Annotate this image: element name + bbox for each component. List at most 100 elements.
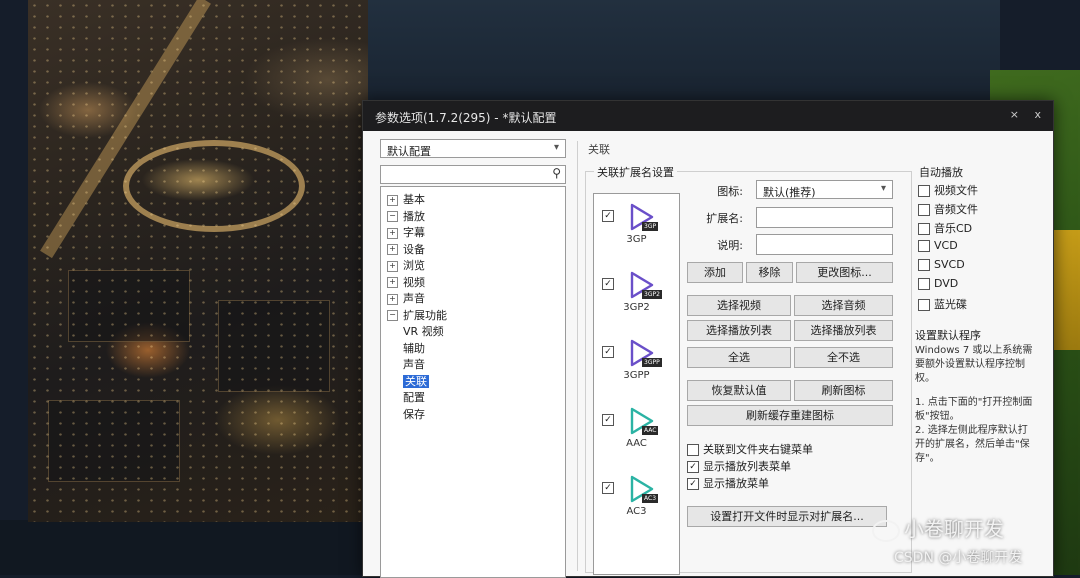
watermark-credit: CSDN @小卷聊开发 — [894, 550, 1023, 566]
minimize-icon[interactable]: × — [1010, 108, 1019, 121]
restore-defaults-button[interactable]: 恢复默认值 — [687, 380, 791, 401]
tree-item[interactable]: 配置 — [403, 389, 425, 405]
checkbox[interactable]: ✓ — [687, 461, 699, 473]
icon-label: 图标: — [717, 185, 743, 198]
tree-item[interactable]: + 声音 — [387, 290, 425, 306]
checkbox[interactable] — [687, 444, 699, 456]
tree-item-label: 配置 — [403, 391, 425, 404]
extension-label: 扩展名: — [706, 212, 743, 225]
tree-item-label: 视频 — [403, 275, 425, 289]
profile-select-value: 默认配置 — [387, 145, 431, 158]
file-type-item[interactable]: ✓ AAC AAC — [594, 402, 679, 468]
checkbox[interactable] — [918, 259, 930, 271]
playlist-menu-checkbox[interactable]: ✓ 显示播放列表菜单 — [687, 458, 791, 474]
expand-icon[interactable]: + — [387, 293, 398, 305]
select-video-button[interactable]: 选择视频 — [687, 295, 791, 316]
autoplay-checkbox[interactable]: 蓝光碟 — [918, 296, 967, 312]
rebuild-icon-cache-button[interactable]: 刷新缓存重建图标 — [687, 405, 893, 426]
checkbox[interactable]: ✓ — [602, 210, 614, 222]
checkbox[interactable] — [918, 240, 930, 252]
search-input[interactable]: ⚲ — [380, 165, 566, 184]
autoplay-checkbox[interactable]: 视频文件 — [918, 182, 978, 198]
tree-item[interactable]: − 播放 — [387, 208, 425, 224]
tree-item[interactable]: − 扩展功能 — [387, 307, 447, 323]
refresh-icons-button[interactable]: 刷新图标 — [794, 380, 893, 401]
checkbox[interactable] — [918, 223, 930, 235]
checkbox[interactable]: ✓ — [602, 482, 614, 494]
select-all-button[interactable]: 全选 — [687, 347, 791, 368]
expand-icon[interactable]: + — [387, 260, 398, 272]
tree-item[interactable]: 保存 — [403, 406, 425, 422]
tree-item-label: 基本 — [403, 193, 425, 206]
expand-icon[interactable]: + — [387, 227, 398, 239]
settings-tree[interactable]: + 基本 − 播放 + 字幕 + 设备 + 浏览 + 视频 + 声音 − 扩展功能 VR 视频 辅助 声音 关联 配置保… — [380, 186, 566, 578]
add-button[interactable]: 添加 — [687, 262, 743, 283]
tree-item-label: 播放 — [403, 209, 425, 223]
select-none-button[interactable]: 全不选 — [794, 347, 893, 368]
title-bar[interactable]: 参数选项(1.7.2(295) - *默认配置 × ⅹ — [363, 101, 1053, 131]
tree-item[interactable]: + 基本 — [387, 191, 425, 207]
tree-item[interactable]: 关联 — [403, 373, 429, 389]
chevron-down-icon: ▾ — [553, 142, 559, 153]
autoplay-checkbox[interactable]: DVD — [918, 277, 958, 290]
checkbox[interactable]: ✓ — [687, 478, 699, 490]
checkbox[interactable]: ✓ — [602, 278, 614, 290]
description-field[interactable] — [756, 234, 893, 255]
tree-item[interactable]: + 设备 — [387, 241, 425, 257]
tree-item-label: 设备 — [403, 242, 425, 256]
checkbox[interactable] — [918, 204, 930, 216]
change-icon-button[interactable]: 更改图标... — [796, 262, 893, 283]
file-type-name: AC3 — [626, 506, 647, 517]
file-type-name: 3GPP — [623, 370, 650, 381]
checkbox[interactable] — [918, 185, 930, 197]
select-audio-button[interactable]: 选择音频 — [794, 295, 893, 316]
tree-item[interactable]: 声音 — [403, 356, 425, 372]
window-title: 参数选项(1.7.2(295) - *默认配置 — [375, 111, 557, 125]
divider — [577, 141, 578, 571]
file-type-list[interactable]: ✓ 3GP 3GP ✓ 3GP2 3GP2 ✓ 3GPP 3GPP ✓ AAC AAC ✓ AC3 AC3 — [593, 193, 680, 575]
file-type-item[interactable]: ✓ 3GP 3GP — [594, 198, 679, 264]
tree-item[interactable]: + 字幕 — [387, 224, 425, 240]
play-menu-checkbox[interactable]: ✓ 显示播放菜单 — [687, 475, 769, 491]
select-playback-list-button[interactable]: 选择播放列表 — [794, 320, 893, 341]
collapse-icon[interactable]: − — [387, 211, 398, 222]
tree-item[interactable]: VR 视频 — [403, 323, 444, 339]
context-menu-checkbox[interactable]: 关联到文件夹右键菜单 — [687, 441, 813, 457]
tree-item[interactable]: 辅助 — [403, 340, 425, 356]
close-icon[interactable]: ⅹ — [1034, 108, 1041, 121]
icon-select[interactable]: 默认(推荐) ▾ — [756, 180, 893, 199]
open-with-button[interactable]: 设置打开文件时显示对扩展名... — [687, 506, 887, 527]
chevron-down-icon: ▾ — [880, 183, 886, 194]
file-type-name: 3GP — [626, 234, 647, 245]
checkbox[interactable] — [918, 299, 930, 311]
expand-icon[interactable]: + — [387, 244, 398, 255]
autoplay-checkbox[interactable]: VCD — [918, 239, 958, 252]
desktop-background-bottom — [0, 520, 370, 575]
checkbox[interactable] — [918, 278, 930, 290]
checkbox[interactable]: ✓ — [602, 346, 614, 358]
profile-select[interactable]: 默认配置 ▾ — [380, 139, 566, 158]
autoplay-checkbox[interactable]: SVCD — [918, 258, 965, 271]
file-type-item[interactable]: ✓ 3GPP 3GPP — [594, 334, 679, 400]
wechat-icon — [872, 519, 900, 542]
preferences-dialog: 参数选项(1.7.2(295) - *默认配置 × ⅹ 默认配置 ▾ ⚲ + 基本… — [362, 100, 1054, 578]
checkbox-label: SVCD — [934, 258, 965, 271]
file-type-item[interactable]: ✓ AC3 AC3 — [594, 470, 679, 536]
tree-item[interactable]: + 视频 — [387, 274, 425, 290]
checkbox[interactable]: ✓ — [602, 414, 614, 426]
collapse-icon[interactable]: − — [387, 310, 398, 321]
video-frame — [28, 0, 368, 522]
expand-icon[interactable]: + — [387, 194, 398, 206]
autoplay-checkbox[interactable]: 音乐CD — [918, 220, 972, 236]
tree-item[interactable]: + 浏览 — [387, 257, 425, 273]
remove-button[interactable]: 移除 — [746, 262, 793, 283]
watermark-title: 小卷聊开发 — [904, 517, 1004, 541]
description-label: 说明: — [717, 239, 743, 252]
video-city-lights — [28, 0, 368, 522]
expand-icon[interactable]: + — [387, 277, 398, 288]
autoplay-checkbox[interactable]: 音频文件 — [918, 201, 978, 217]
file-type-item[interactable]: ✓ 3GP2 3GP2 — [594, 266, 679, 332]
select-playlist-button[interactable]: 选择播放列表 — [687, 320, 791, 341]
extension-field[interactable] — [756, 207, 893, 228]
file-type-badge: 3GP — [642, 222, 659, 231]
